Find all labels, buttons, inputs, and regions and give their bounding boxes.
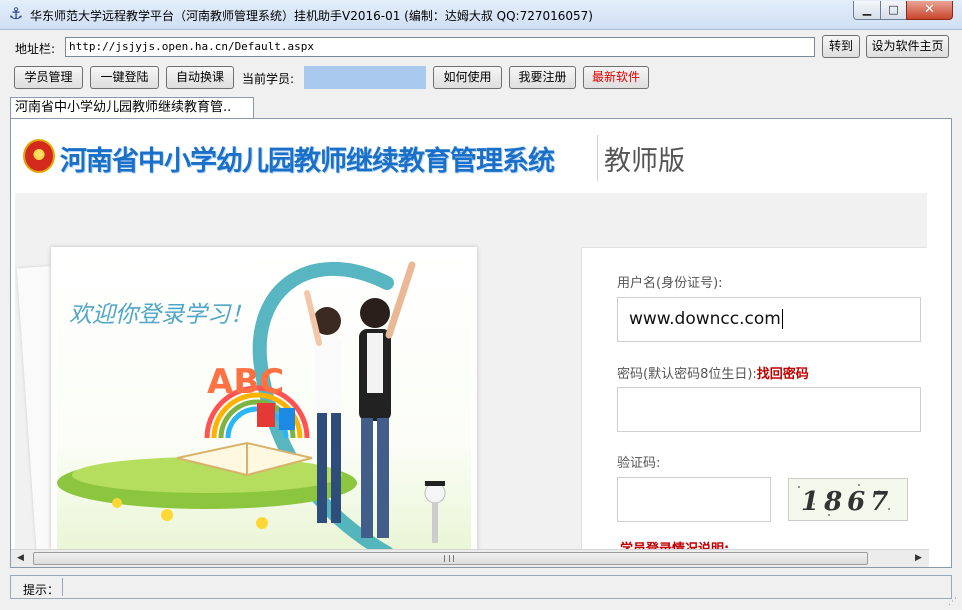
address-label: 地址栏:: [15, 42, 56, 56]
scroll-left-arrow-icon[interactable]: ◀: [17, 553, 24, 563]
login-panel: 用户名(身份证号): www.downcc.com 密码(默认密码8位生日):找…: [581, 247, 927, 553]
horizontal-scrollbar[interactable]: ◀ ▶: [11, 549, 929, 567]
password-label: 密码(默认密码8位生日):: [617, 367, 757, 382]
anchor-icon: ⚓: [8, 4, 24, 23]
status-label: 提示：: [23, 583, 60, 597]
welcome-text: 欢迎你登录学习！: [69, 302, 253, 328]
current-student-field[interactable]: [304, 66, 426, 89]
current-student-label: 当前学员:: [242, 72, 295, 86]
minimize-button[interactable]: ▁: [853, 1, 881, 20]
address-input[interactable]: http://jsjyjs.open.ha.cn/Default.aspx: [65, 37, 815, 57]
status-bar: 提示：: [10, 575, 952, 599]
scroll-grip-icon: [444, 555, 454, 562]
edition-label: 教师版: [604, 146, 685, 177]
forgot-password-link[interactable]: 找回密码: [757, 367, 809, 382]
scroll-right-arrow-icon[interactable]: ▶: [915, 553, 922, 563]
register-button[interactable]: 我要注册: [509, 66, 576, 89]
horizontal-scroll-thumb[interactable]: [33, 552, 868, 565]
maximize-button[interactable]: □: [880, 1, 907, 20]
go-button[interactable]: 转到: [822, 35, 860, 58]
site-title: 河南省中小学幼儿园教师继续教育管理系统: [60, 146, 555, 177]
web-page: 河南省中小学幼儿园教师继续教育管理系统 教师版 ABC 欢迎你登录学习！ 用户名…: [15, 123, 927, 553]
captcha-code: 1867: [801, 487, 894, 517]
username-input[interactable]: www.downcc.com: [617, 297, 921, 342]
password-input[interactable]: [617, 387, 921, 432]
promo-image: ABC 欢迎你登录学习！: [51, 247, 477, 553]
site-header: 河南省中小学幼儿园教师继续教育管理系统 教师版: [15, 123, 927, 193]
latest-software-button[interactable]: 最新软件: [583, 66, 649, 89]
title-bar: ⚓ 华东师范大学远程教学平台（河南教师管理系统）挂机助手V2016-01 (编制…: [0, 0, 962, 30]
close-button[interactable]: ✕: [906, 1, 953, 20]
captcha-label: 验证码:: [617, 456, 661, 471]
national-emblem-icon: [23, 139, 55, 173]
svg-text:ABC: ABC: [207, 362, 284, 402]
one-click-login-button[interactable]: 一键登陆: [90, 66, 159, 89]
captcha-input[interactable]: [617, 477, 771, 522]
captcha-image[interactable]: 1867: [788, 478, 908, 521]
window-title: 华东师范大学远程教学平台（河南教师管理系统）挂机助手V2016-01 (编制：达…: [30, 9, 593, 23]
username-label: 用户名(身份证号):: [617, 276, 723, 291]
status-divider: [62, 578, 63, 596]
password-label-row: 密码(默认密码8位生日):找回密码: [617, 363, 809, 382]
auto-switch-course-button[interactable]: 自动换课: [166, 66, 234, 89]
browser-frame: 河南省中小学幼儿园教师继续教育管理系统 教师版 ABC 欢迎你登录学习！ 用户名…: [10, 118, 952, 568]
student-management-button[interactable]: 学员管理: [14, 66, 83, 89]
title-divider: [597, 135, 598, 181]
promo-illustration: ABC 欢迎你登录学习！: [57, 253, 471, 553]
browser-tab[interactable]: 河南省中小学幼儿园教师继续教育管..: [10, 97, 254, 119]
how-to-use-button[interactable]: 如何使用: [433, 66, 502, 89]
set-homepage-button[interactable]: 设为软件主页: [866, 35, 949, 58]
resize-grip-icon[interactable]: ⋰: [948, 597, 960, 609]
